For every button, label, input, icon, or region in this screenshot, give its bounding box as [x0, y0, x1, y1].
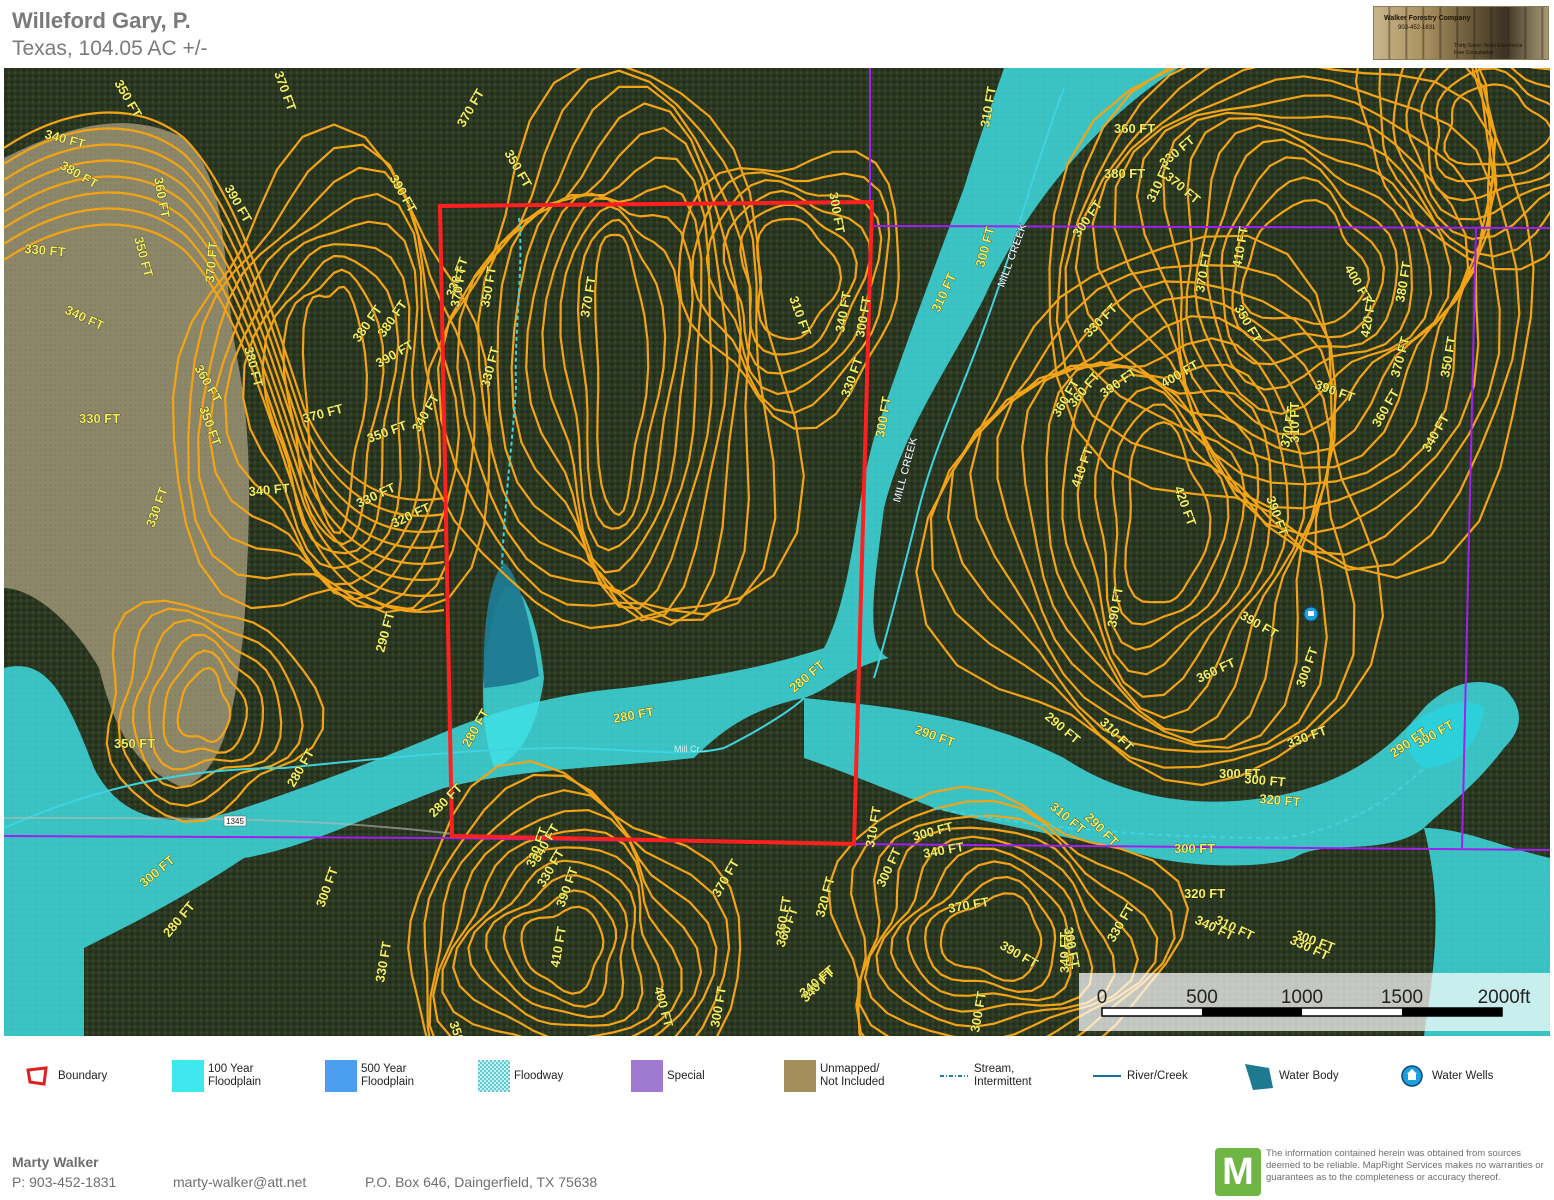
water-body-icon — [1245, 1064, 1273, 1090]
agent-name: Marty Walker — [12, 1154, 99, 1170]
logo-tagline-2: Free Consultation — [1454, 50, 1494, 56]
legend-item-boundary: Boundary — [22, 1060, 107, 1092]
property-title: Willeford Gary, P. — [12, 8, 191, 33]
legend-item-floodplain-100: 100 Year Floodplain — [172, 1060, 261, 1092]
disclaimer-text: The information contained herein was obt… — [1266, 1148, 1544, 1183]
legend-item-floodway: Floodway — [478, 1060, 563, 1092]
special-swatch — [631, 1060, 663, 1092]
legend-label: Boundary — [58, 1069, 108, 1082]
legend-item-floodplain-500: 500 Year Floodplain — [325, 1060, 414, 1092]
map-legend: Boundary 100 Year Floodplain 500 Year Fl… — [0, 1048, 1554, 1108]
stream-dashed-icon — [940, 1075, 968, 1077]
contour-label: 310 FT — [1287, 402, 1302, 443]
road-shield: 1345 — [223, 815, 247, 827]
company-logo: Walker Forestry Company 903-452-1831 Thi… — [1373, 6, 1549, 60]
contour-label: 320 FT — [1184, 886, 1225, 901]
mapright-logo-letter: M — [1222, 1151, 1254, 1193]
legend-label: Stream, Intermittent — [974, 1063, 1032, 1088]
logo-phone: 903-452-1831 — [1398, 25, 1436, 31]
legend-item-river-creek: River/Creek — [1091, 1060, 1188, 1092]
logo-company-name: Walker Forestry Company — [1384, 15, 1471, 22]
boundary-outline-icon — [26, 1066, 48, 1086]
map-svg[interactable]: 350 FT340 FT380 FT360 FT350 FT330 FT340 … — [4, 68, 1550, 1036]
scale-tick-500: 500 — [1186, 987, 1218, 1008]
legend-label: Floodway — [514, 1069, 564, 1082]
map-header: Willeford Gary, P. Texas, 104.05 AC +/- … — [0, 0, 1554, 68]
property-subtitle: Texas, 104.05 AC +/- — [12, 37, 208, 60]
legend-label: Water Wells — [1432, 1069, 1494, 1082]
mapright-logo: M — [1215, 1148, 1261, 1196]
legend-item-unmapped: Unmapped/ Not Included — [784, 1060, 885, 1092]
road-label: 1345 — [226, 817, 244, 826]
contour-label: 300 FT — [1174, 841, 1215, 856]
floodway-hatch-swatch — [478, 1060, 510, 1092]
legend-item-water-body: Water Body — [1243, 1060, 1339, 1092]
legend-label: Unmapped/ Not Included — [820, 1063, 885, 1088]
floodplain-100-swatch — [172, 1060, 204, 1092]
map-canvas[interactable]: 350 FT 340 FT 380 FT 360 FT 350 FT 330 FT 340 … — [4, 68, 1550, 1036]
scale-bar: 0 500 1000 1500 2000ft — [1079, 973, 1550, 1031]
agent-email[interactable]: marty-walker@att.net — [173, 1174, 306, 1190]
stream-label-mill-cr: Mill Cr... — [674, 744, 707, 754]
legend-label: Water Body — [1279, 1069, 1339, 1082]
floodplain-500-swatch — [325, 1060, 357, 1092]
contour-label: 360 FT — [1114, 121, 1155, 136]
scale-tick-1500: 1500 — [1381, 987, 1423, 1008]
legend-label: River/Creek — [1127, 1069, 1188, 1082]
contour-label: 330 FT — [79, 411, 120, 426]
legend-label: Special — [667, 1069, 705, 1082]
water-well-icon — [1401, 1065, 1423, 1087]
logo-tagline: Thirty Seven Years Experience — [1454, 43, 1523, 49]
river-line-icon — [1093, 1075, 1121, 1077]
legend-label: 500 Year Floodplain — [361, 1063, 415, 1088]
legend-item-stream-intermittent: Stream, Intermittent — [938, 1060, 1032, 1092]
legend-label: 100 Year Floodplain — [208, 1063, 262, 1088]
legend-item-special: Special — [631, 1060, 705, 1092]
legend-item-water-wells: Water Wells — [1396, 1060, 1493, 1092]
scale-tick-2000: 2000ft — [1478, 987, 1532, 1008]
scale-tick-1000: 1000 — [1281, 987, 1323, 1008]
map-footer: Marty Walker P: 903-452-1831 marty-walke… — [0, 1140, 1554, 1200]
scale-tick-0: 0 — [1097, 987, 1108, 1008]
agent-address: P.O. Box 646, Daingerfield, TX 75638 — [365, 1174, 598, 1190]
water-well-marker[interactable] — [1303, 606, 1319, 622]
agent-phone[interactable]: P: 903-452-1831 — [12, 1174, 116, 1190]
contour-label: 350 FT — [114, 736, 155, 751]
contour-label: 380 FT — [1104, 166, 1145, 181]
unmapped-swatch — [784, 1060, 816, 1092]
